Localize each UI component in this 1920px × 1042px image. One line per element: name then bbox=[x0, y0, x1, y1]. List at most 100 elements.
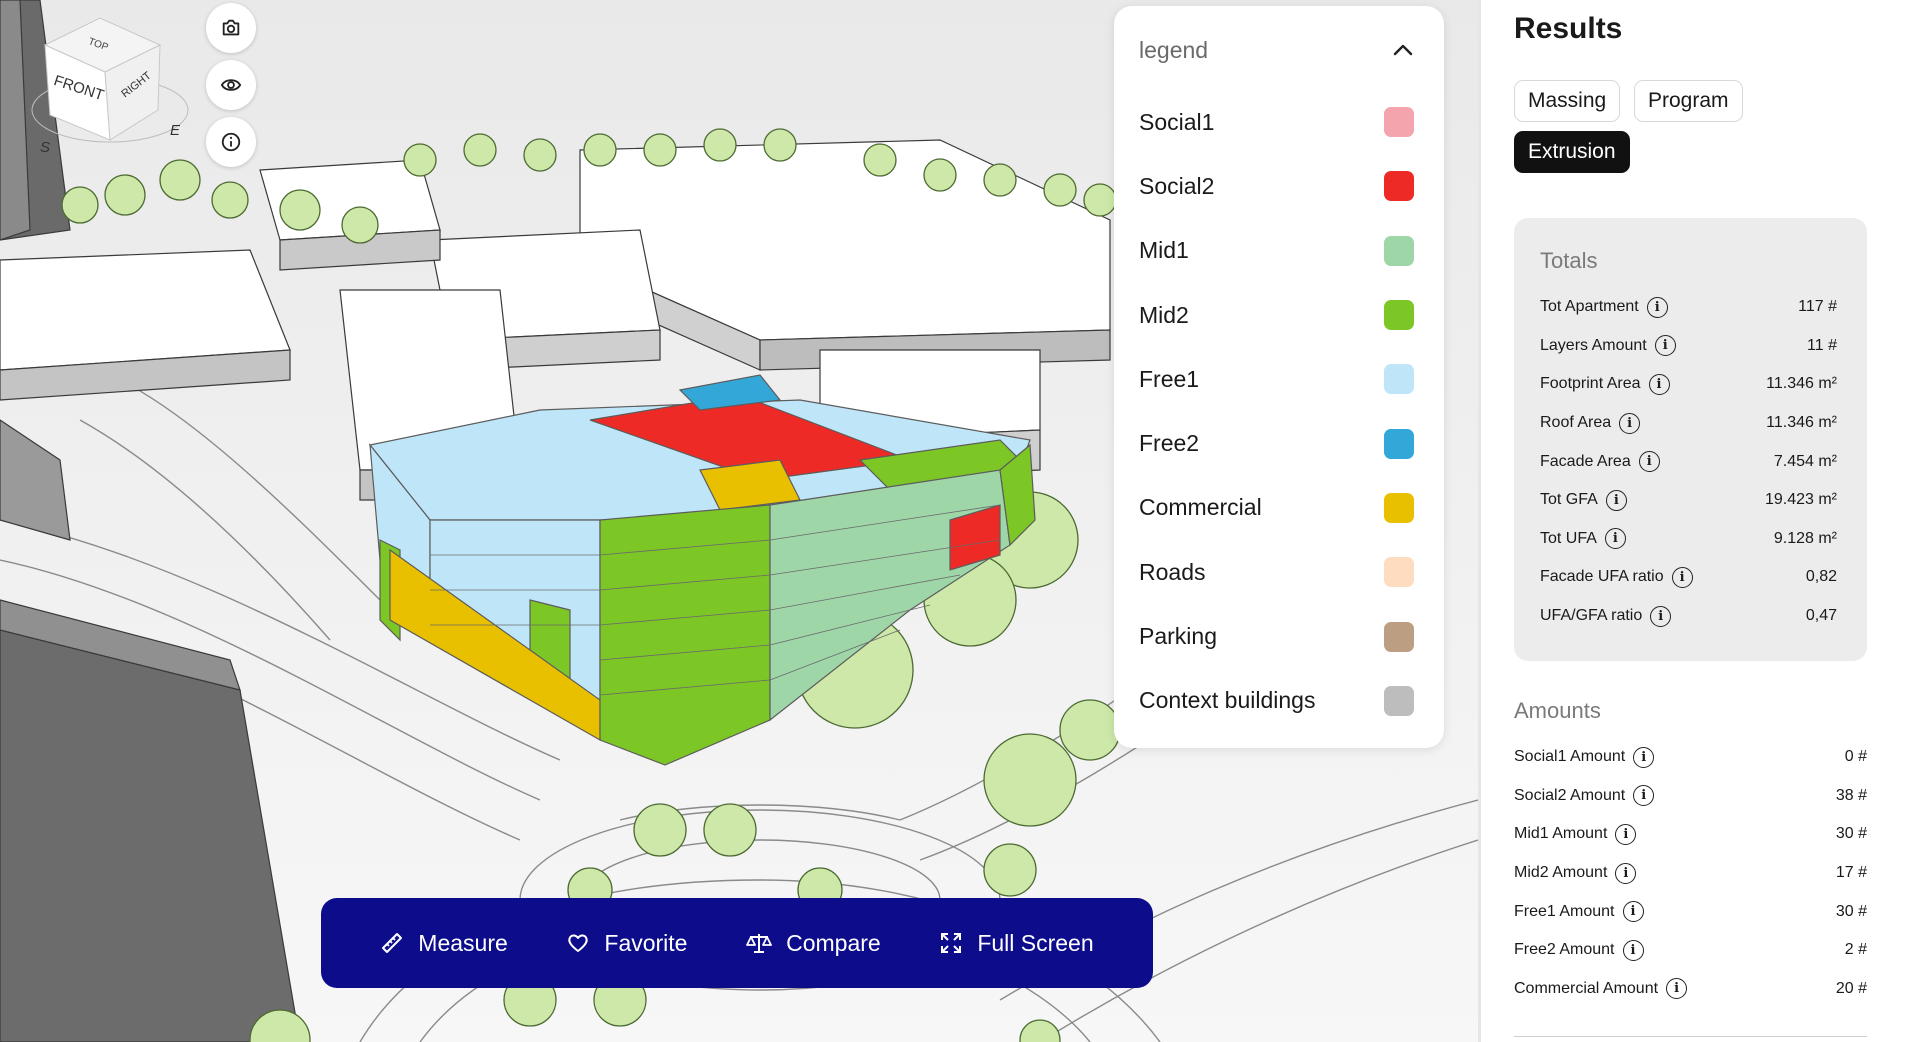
stat-label-group: Free1 Amount i bbox=[1514, 901, 1644, 923]
visibility-button[interactable] bbox=[206, 60, 256, 110]
full-screen-label: Full Screen bbox=[977, 929, 1094, 956]
stat-label-group: Facade Area i bbox=[1540, 451, 1660, 473]
legend-color-swatch bbox=[1384, 428, 1414, 459]
stat-label: Layers Amount bbox=[1540, 336, 1647, 354]
info-icon[interactable]: i bbox=[1654, 335, 1676, 357]
tab-program[interactable]: Program bbox=[1634, 80, 1743, 122]
measure-button[interactable]: Measure bbox=[380, 929, 508, 957]
measure-label: Measure bbox=[418, 929, 508, 956]
legend-item: Social2 bbox=[1139, 154, 1414, 218]
legend-item-label: Roads bbox=[1139, 558, 1206, 585]
stat-label-group: Social2 Amount i bbox=[1514, 785, 1655, 807]
stat-row: Tot GFA i 19.423 m² bbox=[1540, 481, 1837, 520]
divider bbox=[1514, 1036, 1867, 1037]
stat-row: Free2 Amount i 2 # bbox=[1514, 931, 1867, 970]
stat-label: Tot UFA bbox=[1540, 529, 1597, 547]
info-icon[interactable]: i bbox=[1605, 489, 1627, 511]
totals-card: Totals Tot Apartment i 117 # Layers Amount i… bbox=[1514, 218, 1867, 661]
compass-e-label: E bbox=[170, 122, 181, 139]
compass-s-label: S bbox=[40, 139, 50, 156]
stat-label-group: Facade UFA ratio i bbox=[1540, 566, 1693, 588]
info-icon[interactable]: i bbox=[1638, 451, 1660, 473]
legend-item: Commercial bbox=[1139, 476, 1414, 540]
legend-header[interactable]: legend bbox=[1139, 32, 1414, 68]
info-icon[interactable]: i bbox=[1666, 978, 1688, 1000]
stat-label: UFA/GFA ratio bbox=[1540, 607, 1643, 625]
tab-extrusion[interactable]: Extrusion bbox=[1514, 131, 1630, 173]
favorite-button[interactable]: Favorite bbox=[566, 930, 687, 957]
legend-color-swatch bbox=[1384, 621, 1414, 652]
stat-label-group: Tot UFA i bbox=[1540, 528, 1626, 550]
3d-viewport[interactable]: TOP FRONT RIGHT E S legend Social1 Socia… bbox=[0, 0, 1478, 1042]
info-icon[interactable]: i bbox=[1633, 746, 1655, 768]
legend-color-swatch bbox=[1384, 685, 1414, 716]
camera-button[interactable] bbox=[206, 3, 256, 53]
legend-item-label: Mid2 bbox=[1139, 301, 1189, 328]
info-icon[interactable]: i bbox=[1615, 862, 1637, 884]
stat-row: Tot UFA i 9.128 m² bbox=[1540, 520, 1837, 559]
stat-label: Mid2 Amount bbox=[1514, 864, 1608, 882]
stat-value: 17 # bbox=[1835, 864, 1867, 882]
legend-item-label: Free2 bbox=[1139, 430, 1200, 457]
view-cube[interactable]: TOP FRONT RIGHT E S bbox=[30, 10, 190, 160]
info-icon[interactable]: i bbox=[1615, 823, 1637, 845]
stat-row: Mid1 Amount i 30 # bbox=[1514, 815, 1867, 854]
info-icon[interactable]: i bbox=[1650, 605, 1672, 627]
info-icon[interactable]: i bbox=[1646, 296, 1668, 318]
heart-icon bbox=[568, 934, 589, 952]
scale-icon bbox=[746, 934, 772, 953]
stat-label-group: Social1 Amount i bbox=[1514, 746, 1655, 768]
stat-value: 20 # bbox=[1835, 979, 1867, 997]
legend-item: Social1 bbox=[1139, 90, 1414, 154]
legend-list: Social1 Social2 Mid1 Mid2 Free1 Free2 Commerci… bbox=[1139, 90, 1414, 733]
legend-item-label: Commercial bbox=[1139, 494, 1262, 521]
info-icon[interactable]: i bbox=[1633, 785, 1655, 807]
legend-color-swatch bbox=[1384, 107, 1414, 138]
totals-title: Totals bbox=[1540, 248, 1598, 273]
stat-label-group: Commercial Amount i bbox=[1514, 978, 1688, 1000]
stat-label-group: Tot GFA i bbox=[1540, 489, 1627, 511]
legend-title: legend bbox=[1139, 36, 1209, 63]
compare-button[interactable]: Compare bbox=[746, 930, 881, 957]
stat-value: 30 # bbox=[1835, 825, 1867, 843]
stat-label: Facade Area bbox=[1540, 452, 1631, 470]
legend-item: Roads bbox=[1139, 540, 1414, 604]
full-screen-button[interactable]: Full Screen bbox=[939, 929, 1094, 957]
info-icon[interactable]: i bbox=[1648, 373, 1670, 395]
compare-label: Compare bbox=[786, 929, 881, 956]
totals-list: Tot Apartment i 117 # Layers Amount i 11 # Foo… bbox=[1540, 288, 1837, 635]
amounts-section: Amounts Social1 Amount i 0 # Social2 Amount… bbox=[1514, 698, 1867, 1008]
tab-massing[interactable]: Massing bbox=[1514, 80, 1621, 122]
stat-label-group: Roof Area i bbox=[1540, 412, 1641, 434]
info-icon[interactable]: i bbox=[1622, 939, 1644, 961]
legend-color-swatch bbox=[1384, 492, 1414, 523]
eye-icon bbox=[220, 79, 242, 91]
stat-label: Roof Area bbox=[1540, 414, 1612, 432]
legend-item-label: Parking bbox=[1139, 623, 1217, 650]
stat-row: Tot Apartment i 117 # bbox=[1540, 288, 1837, 327]
legend-item: Free1 bbox=[1139, 347, 1414, 411]
stat-value: 11 # bbox=[1807, 336, 1837, 354]
info-icon[interactable]: i bbox=[1619, 412, 1641, 434]
stat-label: Tot Apartment bbox=[1540, 298, 1639, 316]
stat-row: Commercial Amount i 20 # bbox=[1514, 970, 1867, 1009]
stat-value: 19.423 m² bbox=[1764, 491, 1837, 509]
stat-row: Mid2 Amount i 17 # bbox=[1514, 854, 1867, 893]
legend-item-label: Context buildings bbox=[1139, 687, 1316, 714]
info-icon[interactable]: i bbox=[1622, 901, 1644, 923]
stat-label: Facade UFA ratio bbox=[1540, 568, 1664, 586]
stat-row: Facade UFA ratio i 0,82 bbox=[1540, 558, 1837, 597]
bottom-toolbar: Measure Favorite Compare Full Screen bbox=[321, 898, 1153, 988]
favorite-label: Favorite bbox=[604, 929, 688, 956]
stat-value: 30 # bbox=[1835, 902, 1867, 920]
stat-value: 38 # bbox=[1835, 786, 1867, 804]
stat-label: Commercial Amount bbox=[1514, 979, 1659, 997]
info-icon[interactable]: i bbox=[1671, 566, 1693, 588]
expand-icon bbox=[941, 933, 962, 953]
legend-item: Mid2 bbox=[1139, 283, 1414, 347]
info-icon[interactable]: i bbox=[1604, 528, 1626, 550]
chevron-up-icon[interactable] bbox=[1392, 43, 1414, 57]
stat-row: Layers Amount i 11 # bbox=[1540, 327, 1837, 366]
stat-value: 0 # bbox=[1844, 748, 1867, 766]
info-button[interactable] bbox=[206, 117, 256, 167]
